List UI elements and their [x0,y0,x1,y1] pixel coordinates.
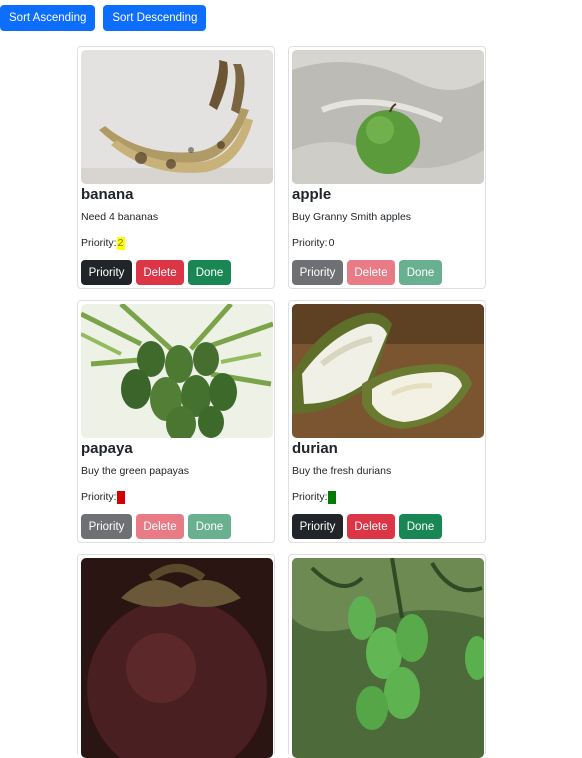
card-durian: durian Buy the fresh durians Priority: P… [288,300,486,543]
card-mangosteen [77,554,275,758]
card-actions: Priority Delete Done [81,514,231,539]
card-actions: Priority Delete Done [81,260,231,285]
card-description: Buy Granny Smith apples [292,211,412,223]
done-button[interactable]: Done [188,514,231,539]
card-actions: Priority Delete Done [292,260,442,285]
card-title: papaya [81,440,133,457]
sort-toolbar: Sort Ascending Sort Descending [0,5,207,31]
papaya-image [81,304,273,438]
card-banana: banana Need 4 bananas Priority: 2 Priori… [77,46,275,289]
durian-image [292,304,484,438]
priority-label: Priority: [292,491,328,503]
card-description: Buy the green papayas [81,465,189,477]
delete-button[interactable]: Delete [347,260,395,285]
priority-button[interactable]: Priority [292,260,343,285]
card-description: Need 4 bananas [81,211,159,223]
card-priority: Priority: 0 [292,236,482,250]
sort-ascending-button[interactable]: Sort Ascending [0,5,96,31]
priority-button[interactable]: Priority [81,260,132,285]
mangosteen-image [81,558,273,758]
priority-value [116,490,125,504]
apple-image [292,50,484,184]
card-actions: Priority Delete Done [292,514,442,539]
priority-label: Priority: [292,237,328,249]
priority-value: 2 [116,236,125,250]
card-priority: Priority: 2 [81,236,271,250]
priority-value [327,490,336,504]
delete-button[interactable]: Delete [347,514,395,539]
card-papaya: papaya Buy the green papayas Priority: P… [77,300,275,543]
priority-label: Priority: [81,237,117,249]
card-priority: Priority: [81,490,271,504]
card-priority: Priority: [292,490,482,504]
card-apple: apple Buy Granny Smith apples Priority: … [288,46,486,289]
done-button[interactable]: Done [399,514,442,539]
card-title: apple [292,186,332,203]
priority-value: 0 [328,236,335,249]
delete-button[interactable]: Delete [136,260,184,285]
done-button[interactable]: Done [399,260,442,285]
priority-button[interactable]: Priority [292,514,343,539]
priority-label: Priority: [81,491,117,503]
card-mango [288,554,486,758]
sort-descending-button[interactable]: Sort Descending [103,5,207,31]
card-title: durian [292,440,338,457]
priority-button[interactable]: Priority [81,514,132,539]
card-grid: banana Need 4 bananas Priority: 2 Priori… [77,46,488,758]
delete-button[interactable]: Delete [136,514,184,539]
mango-image [292,558,484,758]
card-title: banana [81,186,134,203]
card-description: Buy the fresh durians [292,465,392,477]
done-button[interactable]: Done [188,260,231,285]
banana-image [81,50,273,184]
